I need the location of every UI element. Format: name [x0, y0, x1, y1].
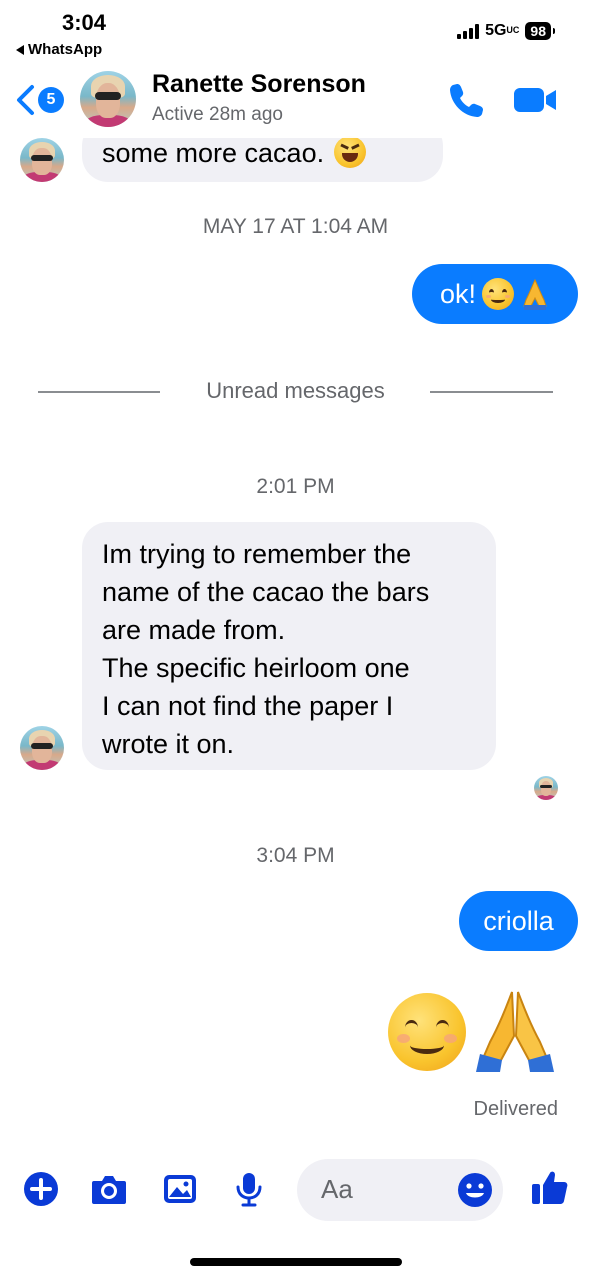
message-line: wrote it on.: [102, 729, 235, 759]
back-to-app-link[interactable]: WhatsApp: [16, 41, 102, 58]
battery-icon: 98: [525, 22, 555, 40]
message-text: ok!: [439, 278, 477, 309]
message-input-placeholder: Aa: [321, 1174, 353, 1204]
sender-avatar[interactable]: [20, 138, 64, 182]
message-text: criolla: [483, 905, 554, 936]
plus-icon[interactable]: [22, 1170, 60, 1208]
delivered-status: Delivered: [473, 1098, 558, 1120]
contact-avatar[interactable]: [80, 71, 136, 127]
photo-gallery-icon[interactable]: [161, 1170, 199, 1208]
thumbs-up-icon[interactable]: [530, 1167, 570, 1207]
folded-hands-emoji-icon: [476, 991, 554, 1072]
camera-icon[interactable]: [90, 1170, 128, 1208]
message-line: name of the cacao the bars: [102, 577, 430, 607]
chevron-left-icon[interactable]: [14, 84, 36, 116]
laughing-emoji-icon: [334, 136, 367, 168]
timestamp: 2:01 PM: [256, 475, 335, 498]
back-app-label: WhatsApp: [28, 41, 103, 58]
message-emoji-outgoing[interactable]: [388, 993, 466, 1071]
emoji-picker-icon[interactable]: [456, 1171, 494, 1209]
signal-icon: [457, 23, 480, 39]
smiling-face-emoji-icon: [388, 993, 466, 1071]
message-line: Im trying to remember the: [102, 539, 412, 569]
message-bubble-outgoing[interactable]: criolla: [459, 891, 578, 951]
read-receipt-avatar: [534, 776, 558, 800]
message-line: I can not find the paper I: [102, 691, 394, 721]
smiling-face-emoji-icon: [482, 278, 515, 310]
network-label: 5GUC: [485, 22, 520, 39]
status-time: 3:04: [62, 10, 107, 35]
unread-count-badge[interactable]: 5: [38, 87, 64, 113]
message-bubble-outgoing[interactable]: ok!: [412, 264, 578, 324]
contact-status: Active 28m ago: [152, 104, 283, 125]
chat-header: 5 Ranette Sorenson Active 28m ago: [0, 62, 591, 138]
message-line: are made from.: [102, 615, 286, 645]
video-call-icon[interactable]: [512, 82, 558, 118]
timestamp: MAY 17 AT 1:04 AM: [202, 215, 389, 238]
sender-avatar[interactable]: [20, 726, 64, 770]
phone-call-icon[interactable]: [446, 80, 486, 120]
microphone-icon[interactable]: [230, 1170, 268, 1208]
message-line: The specific heirloom one: [102, 653, 410, 683]
status-indicators: 5GUC 98: [457, 22, 555, 40]
folded-hands-emoji-icon: [523, 278, 547, 310]
message-bubble-incoming[interactable]: Im trying to remember the name of the ca…: [82, 522, 496, 770]
contact-name[interactable]: Ranette Sorenson: [152, 70, 366, 99]
home-indicator[interactable]: [190, 1258, 402, 1266]
timestamp: 3:04 PM: [256, 844, 335, 867]
divider-right: [430, 391, 553, 393]
message-text: some more cacao.: [102, 138, 325, 168]
back-triangle-icon: [16, 44, 24, 55]
